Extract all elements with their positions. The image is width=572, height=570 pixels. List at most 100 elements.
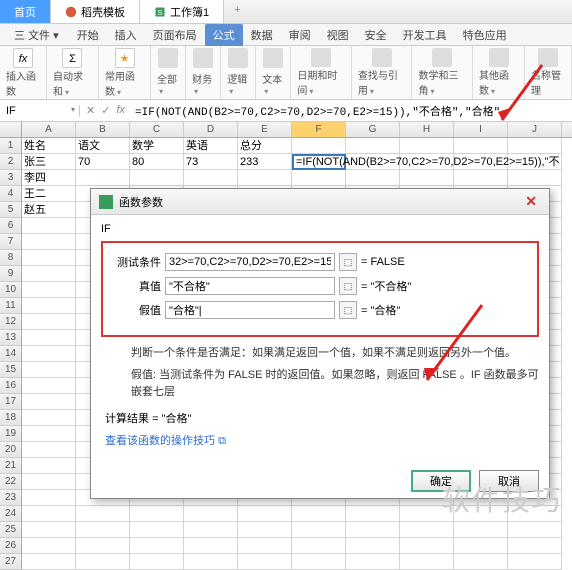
cell[interactable] bbox=[22, 218, 76, 234]
cell[interactable] bbox=[508, 538, 562, 554]
tab-workbook[interactable]: S 工作簿1 bbox=[140, 0, 224, 23]
cell[interactable]: 张三 bbox=[22, 154, 76, 170]
row-header[interactable]: 1 bbox=[0, 138, 22, 154]
cell[interactable] bbox=[76, 170, 130, 186]
cell[interactable]: 王二 bbox=[22, 186, 76, 202]
cell[interactable] bbox=[22, 506, 76, 522]
accept-icon[interactable]: ✓ bbox=[101, 104, 110, 117]
cell[interactable]: 总分 bbox=[238, 138, 292, 154]
cell[interactable] bbox=[346, 554, 400, 570]
tool-autosum[interactable]: Σ自动求和 bbox=[47, 46, 99, 99]
rtab-start[interactable]: 开始 bbox=[69, 24, 107, 46]
row-header[interactable]: 25 bbox=[0, 522, 22, 538]
cell[interactable] bbox=[508, 170, 562, 186]
tool-insert-fn[interactable]: fx插入函数 bbox=[0, 46, 47, 99]
cell[interactable] bbox=[292, 170, 346, 186]
cell[interactable]: =IF(NOT(AND(B2>=70,C2>=70,D2>=70,E2>=15)… bbox=[292, 154, 346, 170]
input-true[interactable] bbox=[165, 277, 335, 295]
cell[interactable] bbox=[76, 522, 130, 538]
cell[interactable] bbox=[508, 554, 562, 570]
cell[interactable] bbox=[238, 538, 292, 554]
cell[interactable] bbox=[238, 522, 292, 538]
help-link[interactable]: 查看该函数的操作技巧 ⧉ bbox=[105, 432, 539, 448]
cell[interactable] bbox=[346, 170, 400, 186]
col-f[interactable]: F bbox=[292, 122, 346, 137]
cell[interactable] bbox=[22, 490, 76, 506]
input-test[interactable] bbox=[165, 253, 335, 271]
cell[interactable] bbox=[22, 458, 76, 474]
row-header[interactable]: 20 bbox=[0, 442, 22, 458]
rtab-review[interactable]: 审阅 bbox=[281, 24, 319, 46]
cell[interactable] bbox=[454, 170, 508, 186]
tool-math[interactable]: 数学和三角 bbox=[412, 46, 473, 99]
rtab-insert[interactable]: 插入 bbox=[107, 24, 145, 46]
tool-text[interactable]: 文本 bbox=[256, 46, 291, 99]
col-j[interactable]: J bbox=[508, 122, 562, 137]
cell[interactable]: 233 bbox=[238, 154, 292, 170]
col-d[interactable]: D bbox=[184, 122, 238, 137]
cell[interactable] bbox=[292, 138, 346, 154]
cell[interactable] bbox=[76, 538, 130, 554]
cell[interactable] bbox=[22, 346, 76, 362]
row-header[interactable]: 7 bbox=[0, 234, 22, 250]
cell[interactable] bbox=[76, 506, 130, 522]
rtab-dev[interactable]: 开发工具 bbox=[395, 24, 455, 46]
cell[interactable] bbox=[454, 138, 508, 154]
cell[interactable] bbox=[22, 298, 76, 314]
cell[interactable] bbox=[346, 138, 400, 154]
cell[interactable] bbox=[238, 506, 292, 522]
cell[interactable] bbox=[22, 522, 76, 538]
cell[interactable]: 数学 bbox=[130, 138, 184, 154]
cell[interactable] bbox=[130, 538, 184, 554]
cell[interactable] bbox=[184, 554, 238, 570]
col-b[interactable]: B bbox=[76, 122, 130, 137]
tool-other[interactable]: 其他函数 bbox=[473, 46, 525, 99]
cell[interactable] bbox=[22, 250, 76, 266]
tool-datetime[interactable]: 日期和时间 bbox=[291, 46, 352, 99]
tool-finance[interactable]: 财务 bbox=[186, 46, 221, 99]
row-header[interactable]: 15 bbox=[0, 362, 22, 378]
cell[interactable] bbox=[22, 330, 76, 346]
rtab-security[interactable]: 安全 bbox=[357, 24, 395, 46]
row-header[interactable]: 26 bbox=[0, 538, 22, 554]
row-header[interactable]: 24 bbox=[0, 506, 22, 522]
rtab-view[interactable]: 视图 bbox=[319, 24, 357, 46]
row-header[interactable]: 3 bbox=[0, 170, 22, 186]
select-all-corner[interactable] bbox=[0, 122, 22, 137]
cell[interactable] bbox=[22, 378, 76, 394]
cell[interactable]: 70 bbox=[76, 154, 130, 170]
formula-input[interactable]: =IF(NOT(AND(B2>=70,C2>=70,D2>=70,E2>=15)… bbox=[131, 103, 572, 119]
range-select-icon[interactable]: ⬚ bbox=[339, 277, 357, 295]
row-header[interactable]: 21 bbox=[0, 458, 22, 474]
row-header[interactable]: 14 bbox=[0, 346, 22, 362]
tool-common[interactable]: ★常用函数 bbox=[99, 46, 151, 99]
row-header[interactable]: 16 bbox=[0, 378, 22, 394]
row-header[interactable]: 8 bbox=[0, 250, 22, 266]
cell[interactable] bbox=[292, 506, 346, 522]
tab-template[interactable]: 稻壳模板 bbox=[51, 0, 140, 23]
cell[interactable]: 李四 bbox=[22, 170, 76, 186]
cell[interactable] bbox=[22, 426, 76, 442]
cell[interactable] bbox=[454, 522, 508, 538]
cell[interactable] bbox=[76, 554, 130, 570]
cell[interactable] bbox=[346, 538, 400, 554]
row-header[interactable]: 4 bbox=[0, 186, 22, 202]
fx-icon[interactable]: fx bbox=[116, 104, 125, 117]
dialog-titlebar[interactable]: 函数参数 ✕ bbox=[91, 189, 549, 215]
tool-namemgr[interactable]: 名称管理 bbox=[525, 46, 572, 99]
cell[interactable] bbox=[508, 138, 562, 154]
cell[interactable] bbox=[22, 538, 76, 554]
input-false[interactable] bbox=[165, 301, 335, 319]
cell[interactable] bbox=[184, 170, 238, 186]
row-header[interactable]: 22 bbox=[0, 474, 22, 490]
cancel-icon[interactable]: ✕ bbox=[86, 104, 95, 117]
cell[interactable] bbox=[130, 554, 184, 570]
row-header[interactable]: 12 bbox=[0, 314, 22, 330]
row-header[interactable]: 19 bbox=[0, 426, 22, 442]
cell[interactable] bbox=[130, 522, 184, 538]
cell[interactable]: 姓名 bbox=[22, 138, 76, 154]
range-select-icon[interactable]: ⬚ bbox=[339, 253, 357, 271]
tool-logic[interactable]: 逻辑 bbox=[221, 46, 256, 99]
col-i[interactable]: I bbox=[454, 122, 508, 137]
row-header[interactable]: 17 bbox=[0, 394, 22, 410]
